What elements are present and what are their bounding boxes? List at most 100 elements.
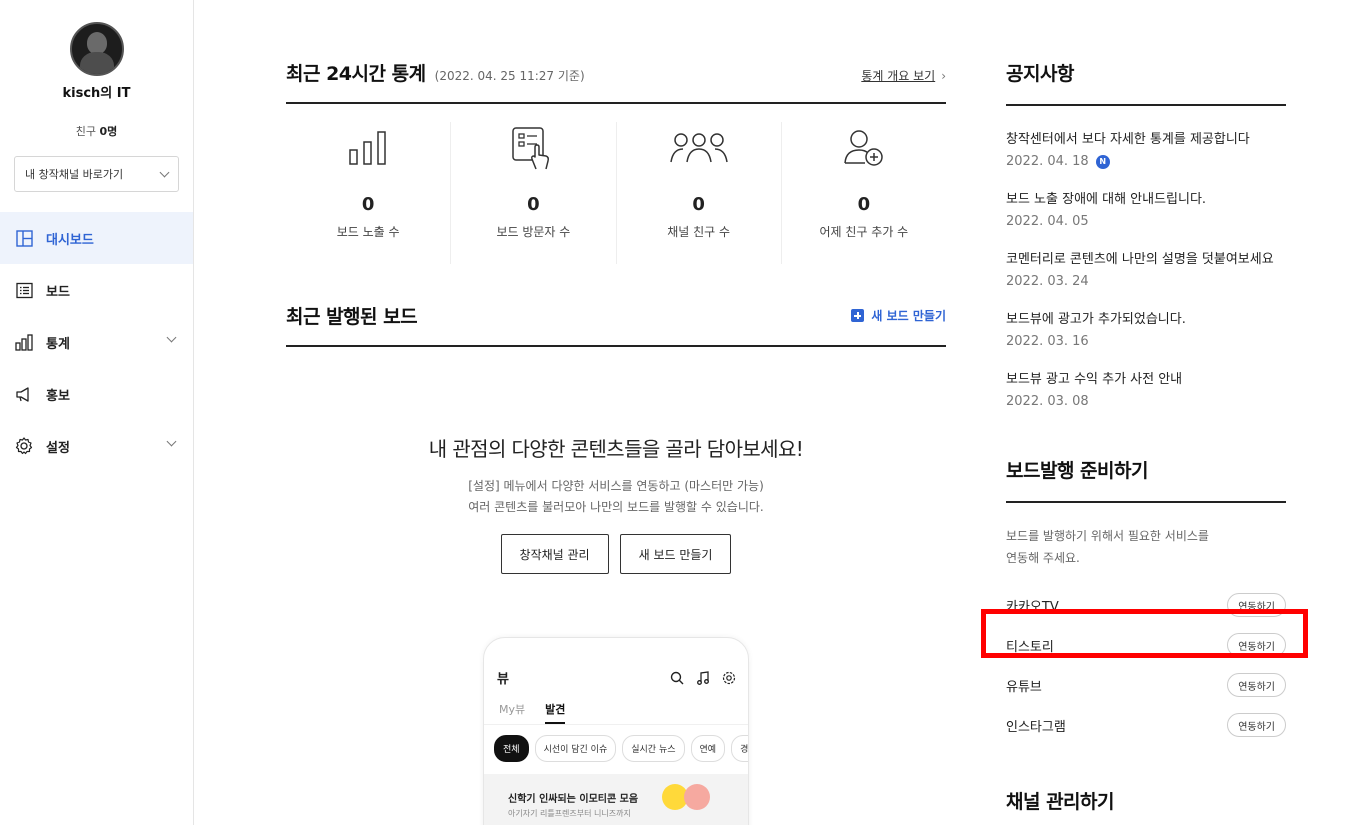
- phone-banner-subtitle: 아기자기 리틀프렌즈부터 니니즈까지: [508, 809, 631, 818]
- profile-name[interactable]: kisch의 IT: [0, 82, 193, 101]
- notice-item-date-row: 2022. 04. 18 N: [1006, 154, 1286, 169]
- chevron-right-icon: ›: [941, 69, 946, 83]
- notice-item[interactable]: 창작센터에서 보다 자세한 통계를 제공합니다 2022. 04. 18 N: [1006, 128, 1286, 188]
- phone-chip[interactable]: 연예: [690, 735, 726, 762]
- connect-button[interactable]: 연동하기: [1227, 713, 1286, 737]
- connect-button[interactable]: 연동하기: [1227, 633, 1286, 657]
- plus-icon: [851, 309, 865, 322]
- notice-item[interactable]: 보드뷰에 광고가 추가되었습니다. 2022. 03. 16: [1006, 308, 1286, 368]
- stat-label: 보드 방문자 수: [496, 225, 571, 239]
- notice-item-title: 보드뷰에 광고가 추가되었습니다.: [1006, 312, 1186, 327]
- stats-subtitle: (2022. 04. 25 11:27 기준): [434, 69, 585, 83]
- new-badge: N: [1095, 154, 1110, 169]
- phone-chips: 전체 시선이 담긴 이슈 실시간 뉴스 연예 경제: [484, 725, 748, 762]
- connect-button[interactable]: 연동하기: [1227, 673, 1286, 697]
- empty-state: 내 관점의 다양한 콘텐츠들을 골라 담아보세요! [설정] 메뉴에서 다양한 …: [286, 433, 946, 574]
- sidebar-item-label: 통계: [46, 336, 70, 352]
- prep-title: 보드발행 준비하기: [1006, 456, 1286, 503]
- phone-header: 뷰: [484, 668, 748, 687]
- phone-tab-myview[interactable]: My뷰: [499, 701, 525, 724]
- sidebar-item-label: 설정: [46, 440, 70, 456]
- service-name: 인스타그램: [1006, 719, 1066, 735]
- phone-chip[interactable]: 전체: [494, 735, 529, 762]
- sidebar-item-dashboard[interactable]: 대시보드: [0, 212, 193, 264]
- stats-overview-link[interactable]: 통계 개요 보기 ›: [861, 67, 946, 84]
- notice-item[interactable]: 보드뷰 광고 수익 추가 사전 안내 2022. 03. 08: [1006, 368, 1286, 428]
- stat-label: 보드 노출 수: [336, 225, 400, 239]
- chevron-down-icon: [159, 167, 170, 177]
- phone-chip[interactable]: 경제: [731, 735, 748, 762]
- sidebar-nav: 대시보드 보드 통계 홍보 설정: [0, 212, 193, 472]
- gear-icon: [14, 436, 34, 456]
- notice-item[interactable]: 코멘터리로 콘텐츠에 나만의 설명을 덧붙여보세요 2022. 03. 24: [1006, 248, 1286, 308]
- channel-manage-title: 채널 관리하기: [1006, 787, 1286, 825]
- phone-chip[interactable]: 시선이 담긴 이슈: [534, 735, 617, 762]
- empty-desc-line1: [설정] 메뉴에서 다양한 서비스를 연동하고 (마스터만 가능): [468, 479, 764, 493]
- sidebar-item-board[interactable]: 보드: [0, 264, 193, 316]
- sidebar-item-promotion[interactable]: 홍보: [0, 368, 193, 420]
- chevron-down-icon[interactable]: [166, 332, 177, 343]
- stat-channel-friends: 0 채널 친구 수: [617, 122, 782, 264]
- stats-grid: 0 보드 노출 수 0 보드 방문자 수 0 채널 친구 수 0 어제 친구 추…: [286, 122, 946, 264]
- phone-header-icons: [670, 670, 736, 685]
- stat-value: 0: [527, 194, 540, 215]
- sidebar-item-settings[interactable]: 설정: [0, 420, 193, 472]
- notice-item-date: 2022. 03. 16: [1006, 334, 1089, 349]
- stat-value: 0: [857, 194, 871, 215]
- empty-desc-line2: 여러 콘텐츠를 불러모아 나만의 보드를 발행할 수 있습니다.: [468, 500, 764, 514]
- service-name: 유튜브: [1006, 679, 1042, 695]
- chevron-down-icon[interactable]: [166, 436, 177, 447]
- bar-chart-icon: [286, 122, 450, 174]
- sidebar: kisch의 IT 친구 0명 내 창작채널 바로가기 대시보드 보드 통계 홍…: [0, 0, 194, 825]
- stats-header: 최근 24시간 통계 (2022. 04. 25 11:27 기준) 통계 개요…: [286, 59, 946, 104]
- stat-label: 채널 친구 수: [667, 225, 731, 239]
- profile: kisch의 IT 친구 0명: [0, 0, 193, 139]
- prep-desc-line2: 연동해 주세요.: [1006, 551, 1080, 565]
- sidebar-item-label: 대시보드: [46, 232, 94, 248]
- service-row-instagram: 인스타그램 연동하기: [1006, 705, 1286, 745]
- friends-count: 친구 0명: [0, 123, 193, 139]
- friends-value: 0명: [99, 125, 118, 138]
- notice-list: 창작센터에서 보다 자세한 통계를 제공합니다 2022. 04. 18 N 보드…: [1006, 128, 1286, 428]
- phone-tab-discover[interactable]: 발견: [545, 701, 566, 724]
- document-touch-icon: [451, 122, 615, 174]
- phone-title: 뷰: [497, 672, 509, 687]
- stats-title: 최근 24시간 통계: [286, 63, 426, 85]
- notice-item-title: 보드 노출 장애에 대해 안내드립니다.: [1006, 192, 1207, 207]
- phone-chip[interactable]: 실시간 뉴스: [622, 735, 685, 762]
- stats-bar-icon: [14, 332, 34, 352]
- avatar[interactable]: [69, 22, 124, 76]
- stat-board-impressions: 0 보드 노출 수: [286, 122, 452, 264]
- new-board-button[interactable]: 새 보드 만들기: [619, 534, 732, 574]
- stat-new-friends-yesterday: 0 어제 친구 추가 수: [782, 122, 946, 264]
- notice-title: 공지사항: [1006, 59, 1286, 106]
- stats-overview-link-label: 통계 개요 보기: [861, 69, 936, 83]
- new-board-label: 새 보드 만들기: [871, 309, 946, 323]
- phone-preview: 뷰 My뷰 발견 전체 시선이 담긴 이슈 실시간 뉴스 연예 경제 신학기 인…: [483, 637, 749, 825]
- new-board-link[interactable]: 새 보드 만들기: [851, 307, 946, 324]
- service-name: 티스토리: [1006, 639, 1054, 655]
- megaphone-icon: [14, 384, 34, 404]
- boards-header: 최근 발행된 보드 새 보드 만들기: [286, 302, 946, 347]
- phone-banner-title: 신학기 인싸되는 이모티콘 모음: [508, 794, 639, 805]
- gear-icon: [722, 671, 736, 684]
- notice-item-date: 2022. 04. 05: [1006, 214, 1089, 229]
- connect-button[interactable]: 연동하기: [1227, 593, 1286, 617]
- service-row-kakaotv: 카카오TV 연동하기: [1006, 585, 1286, 625]
- search-icon: [670, 671, 684, 684]
- service-list: 카카오TV 연동하기 티스토리 연동하기 유튜브 연동하기 인스타그램 연동하기: [1006, 585, 1286, 745]
- music-icon: [697, 670, 709, 685]
- channel-select[interactable]: 내 창작채널 바로가기: [14, 156, 179, 192]
- notice-item-title: 코멘터리로 콘텐츠에 나만의 설명을 덧붙여보세요: [1006, 252, 1274, 267]
- notice-item-date: 2022. 04. 18: [1006, 154, 1089, 169]
- stat-value: 0: [361, 194, 375, 215]
- service-name: 카카오TV: [1006, 599, 1059, 615]
- sidebar-item-label: 보드: [46, 284, 70, 300]
- right-column: 공지사항 창작센터에서 보다 자세한 통계를 제공합니다 2022. 04. 1…: [1006, 0, 1286, 825]
- dashboard-icon: [14, 228, 34, 248]
- notice-item-date: 2022. 03. 24: [1006, 274, 1089, 289]
- notice-item[interactable]: 보드 노출 장애에 대해 안내드립니다. 2022. 04. 05: [1006, 188, 1286, 248]
- sidebar-item-stats[interactable]: 통계: [0, 316, 193, 368]
- group-icon: [617, 122, 781, 174]
- manage-channel-button[interactable]: 창작채널 관리: [500, 534, 609, 574]
